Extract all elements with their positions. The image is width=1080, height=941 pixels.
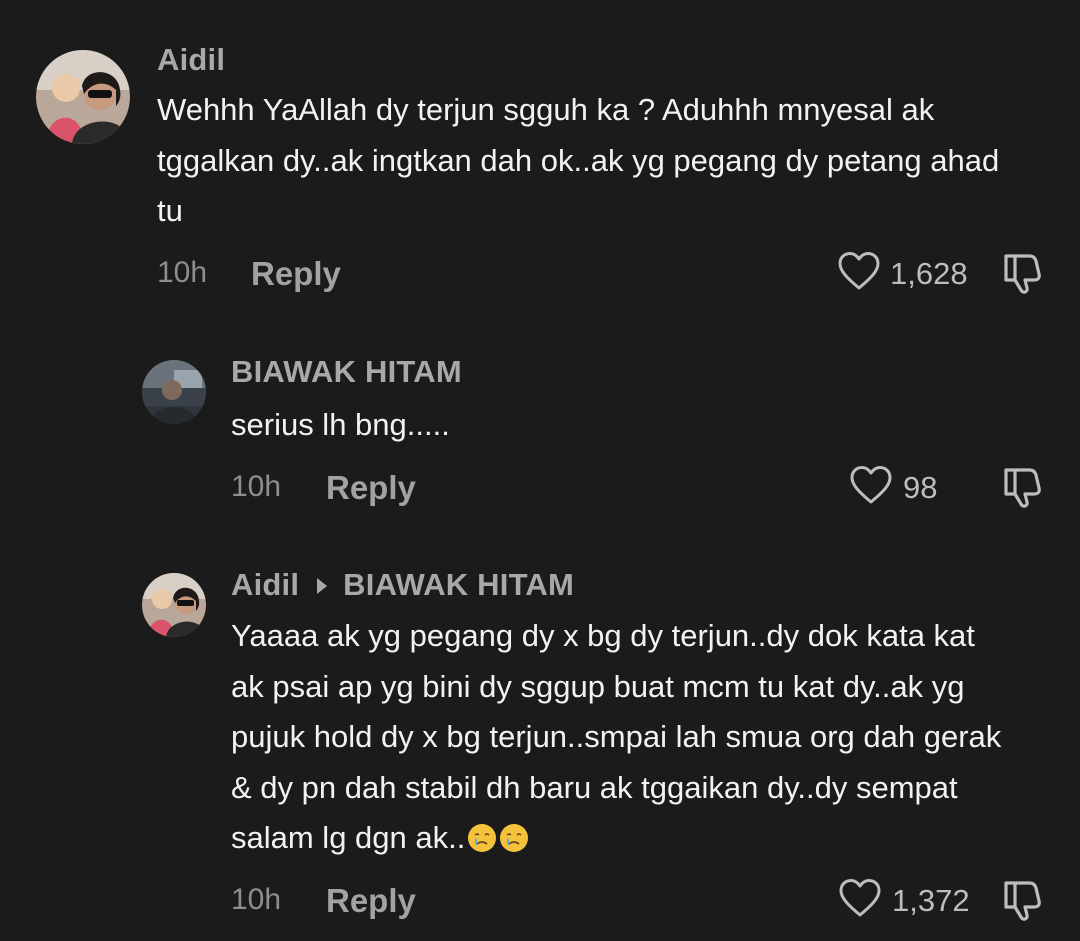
comment-text: Yaaaa ak yg pegang dy x bg dy terjun..dy…: [231, 611, 1071, 864]
comment-meta: 10h Reply 1,372: [0, 879, 1080, 923]
avatar[interactable]: [36, 50, 130, 144]
reply-comment: Aidil BIAWAK HITAM Yaaaa ak yg pegang dy …: [0, 545, 1080, 941]
thumbs-down-icon[interactable]: [1000, 875, 1048, 931]
comment-meta: 10h Reply 98: [0, 466, 1080, 510]
heart-icon[interactable]: [838, 877, 882, 929]
like-count: 1,628: [890, 256, 968, 291]
thumbs-down-icon[interactable]: [1000, 462, 1048, 518]
reply-button[interactable]: Reply: [326, 469, 416, 507]
comment-meta: 10h Reply 1,628: [0, 252, 1080, 296]
thumbs-down-icon[interactable]: [1000, 248, 1048, 304]
username[interactable]: BIAWAK HITAM: [231, 354, 462, 390]
reply-button[interactable]: Reply: [326, 882, 416, 920]
timestamp: 10h: [157, 256, 208, 289]
comment-text: Wehhh YaAllah dy terjun sgguh ka ? Aduhh…: [157, 92, 1000, 228]
heart-icon[interactable]: [837, 250, 881, 302]
comment-body: Yaaaa ak yg pegang dy x bg dy terjun..dy…: [231, 618, 1002, 855]
reply-comment: BIAWAK HITAM serius lh bng..... 10h Repl…: [0, 330, 1080, 530]
timestamp: 10h: [231, 883, 282, 916]
reply-button[interactable]: Reply: [251, 255, 341, 293]
avatar[interactable]: [142, 360, 206, 424]
comment: Aidil Wehhh YaAllah dy terjun sgguh ka ?…: [0, 0, 1080, 310]
avatar[interactable]: [142, 573, 206, 637]
username[interactable]: Aidil: [231, 567, 299, 602]
like-count: 1,372: [892, 883, 970, 918]
reply-to-arrow-icon: [317, 577, 328, 594]
heart-icon[interactable]: [849, 464, 893, 516]
username[interactable]: Aidil: [157, 42, 225, 78]
reply-to-username[interactable]: BIAWAK HITAM: [343, 567, 574, 602]
crying-face-icon: [468, 824, 497, 852]
crying-face-icon: [500, 824, 529, 852]
timestamp: 10h: [231, 470, 282, 503]
comment-text: serius lh bng.....: [231, 407, 450, 442]
username-line: Aidil BIAWAK HITAM: [231, 567, 574, 603]
like-count: 98: [903, 470, 938, 505]
